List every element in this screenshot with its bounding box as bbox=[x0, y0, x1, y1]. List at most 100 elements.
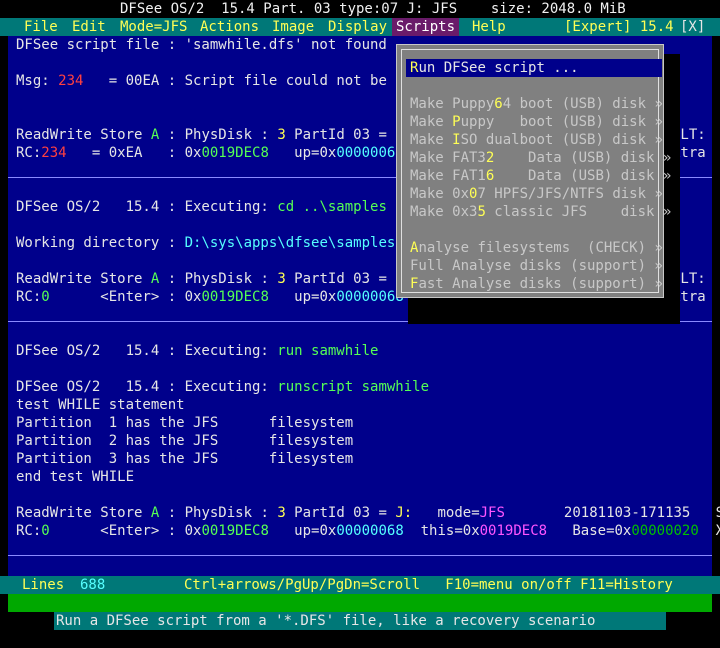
hotkey-letter: P bbox=[452, 114, 461, 130]
console-text: RC: bbox=[16, 145, 42, 161]
error-code: 234 bbox=[58, 73, 84, 89]
console-line: RC:0 <Enter> : 0x0019DEC8 up=0x00000068 … bbox=[16, 522, 720, 540]
menu-item-label: Make bbox=[410, 114, 453, 130]
console-line: ReadWrite Store A : PhysDisk : 3 PartId … bbox=[16, 126, 412, 144]
menu-item-run-script[interactable]: Run DFSee script ... bbox=[406, 59, 662, 77]
scripts-dropdown-menu: Run DFSee script ... Make Puppy64 boot (… bbox=[396, 44, 671, 298]
menu-mode[interactable]: Mode=JFS bbox=[116, 18, 191, 36]
command-input[interactable] bbox=[8, 594, 712, 612]
hex-value: 00000068 bbox=[336, 523, 404, 539]
status-bar: Lines 688 Ctrl+arrows/PgUp/PgDn=Scroll F… bbox=[0, 576, 720, 594]
menu-item-make-0x35[interactable]: Make 0x35 classic JFS disk » bbox=[410, 203, 671, 221]
expert-mode-indicator[interactable]: [Expert] 15.4 bbox=[560, 18, 678, 36]
console-text: up=0x bbox=[268, 523, 337, 539]
hotkey-letter: I bbox=[452, 132, 461, 148]
menu-item-make-puppy64[interactable]: Make Puppy64 boot (USB) disk » bbox=[410, 95, 663, 113]
command-text: run samwhile bbox=[277, 343, 379, 359]
menu-bar: File Edit Mode=JFS Actions Image Display… bbox=[0, 18, 720, 36]
console-text: RC: bbox=[16, 523, 42, 539]
console-text: ReadWrite Store bbox=[16, 127, 151, 143]
disk-number: 3 bbox=[277, 127, 286, 143]
console-line: Msg: 234 = 00EA : Script file could not … bbox=[16, 72, 412, 90]
console-line: DFSee OS/2 15.4 : Executing: runscript s… bbox=[16, 378, 429, 396]
menu-item-label: classic JFS disk » bbox=[485, 204, 672, 220]
menu-item-label: Data (USB) disk » bbox=[494, 168, 672, 184]
console-text: 20181103-171135 SLT: bbox=[563, 505, 720, 521]
console-line: RC:0 <Enter> : 0x0019DEC8 up=0x00000068 bbox=[16, 288, 404, 306]
menu-item-label: Make 0x bbox=[410, 186, 470, 202]
console-text: : PhysDisk : bbox=[159, 505, 278, 521]
menu-item-make-0x07[interactable]: Make 0x07 HPFS/JFS/NTFS disk » bbox=[410, 185, 663, 203]
console-text: Base=0x bbox=[547, 523, 632, 539]
lines-label: Lines bbox=[22, 577, 65, 593]
console-text: RC: bbox=[16, 289, 42, 305]
menu-image[interactable]: Image bbox=[268, 18, 318, 36]
menu-display[interactable]: Display bbox=[324, 18, 391, 36]
console-line: DFSee OS/2 15.4 : Executing: run samwhil… bbox=[16, 342, 378, 360]
console-text: up=0x bbox=[268, 145, 337, 161]
menu-item-make-puppy[interactable]: Make Puppy boot (USB) disk » bbox=[410, 113, 663, 131]
console-text: ReadWrite Store bbox=[16, 505, 151, 521]
hex-value: 0019DEC8 bbox=[201, 523, 269, 539]
menu-item-label: Make bbox=[410, 132, 453, 148]
menu-file[interactable]: File bbox=[20, 18, 62, 36]
command-text: runscript samwhile bbox=[277, 379, 430, 395]
return-code: 0 bbox=[41, 523, 50, 539]
menu-edit[interactable]: Edit bbox=[68, 18, 110, 36]
menu-actions[interactable]: Actions bbox=[196, 18, 263, 36]
hint-text: Run a DFSee script from a '*.DFS' file, … bbox=[56, 613, 596, 629]
console-text: Working directory : bbox=[16, 235, 185, 251]
console-text: Msg: bbox=[16, 73, 59, 89]
console-line: Working directory : D:\sys\apps\dfsee\sa… bbox=[16, 234, 404, 252]
hotkey-letter: 5 bbox=[477, 204, 486, 220]
console-text: this=0x bbox=[403, 523, 480, 539]
lines-count: 688 bbox=[80, 577, 106, 593]
disk-number: 3 bbox=[277, 505, 286, 521]
menu-help[interactable]: Help bbox=[468, 18, 510, 36]
hex-value: 0019DEC8 bbox=[201, 289, 269, 305]
hotkey-letter: 6 bbox=[494, 96, 503, 112]
console-text: : PhysDisk : bbox=[159, 127, 278, 143]
console-text: DFSee OS/2 15.4 : Executing: bbox=[16, 199, 278, 215]
menu-item-make-fat32[interactable]: Make FAT32 Data (USB) disk » bbox=[410, 149, 671, 167]
hex-value: 0019DEC8 bbox=[479, 523, 548, 539]
menu-item-label: Make FAT1 bbox=[410, 168, 486, 184]
menu-item-make-fat16[interactable]: Make FAT16 Data (USB) disk » bbox=[410, 167, 671, 185]
console-text: mode= bbox=[412, 505, 480, 521]
hex-value: 0019DEC8 bbox=[201, 145, 269, 161]
console-line: ReadWrite Store A : PhysDisk : 3 PartId … bbox=[16, 270, 412, 288]
menu-item-full-analyse[interactable]: Full Analyse disks (support) » bbox=[410, 257, 663, 275]
console-line: Partition 2 has the JFS filesystem bbox=[16, 433, 354, 449]
menu-scripts[interactable]: Scripts bbox=[392, 18, 460, 36]
console-text: : PhysDisk : bbox=[159, 271, 278, 287]
directory-path: D:\sys\apps\dfsee\samples\ bbox=[184, 235, 404, 251]
menu-item-analyse-filesystems[interactable]: Analyse filesystems (CHECK) » bbox=[410, 239, 663, 257]
menu-item-label: SO dualboot (USB) disk » bbox=[460, 132, 663, 148]
console-text: <Enter> : 0x bbox=[49, 289, 202, 305]
hex-value: 00000020 bbox=[631, 523, 699, 539]
console-text: PartId 03 = bbox=[285, 127, 396, 143]
menu-item-label: un DFSee script ... bbox=[418, 60, 579, 76]
console-text: PartId 03 = bbox=[285, 505, 396, 521]
console-line: DFSee script file : 'samwhile.dfs' not f… bbox=[16, 37, 387, 53]
hex-value: 00000068 bbox=[336, 289, 404, 305]
menu-item-fast-analyse[interactable]: Fast Analyse disks (support) » bbox=[410, 275, 663, 293]
command-text: cd ..\samples bbox=[277, 199, 387, 215]
console-text: Xtra bbox=[715, 523, 720, 539]
menu-item-make-iso-dualboot[interactable]: Make ISO dualboot (USB) disk » bbox=[410, 131, 663, 149]
filesystem-mode: JFS bbox=[479, 505, 505, 521]
disk-number: 3 bbox=[277, 271, 286, 287]
console-text: <Enter> : 0x bbox=[49, 523, 202, 539]
console-text: PartId 03 = bbox=[285, 271, 396, 287]
window-title: DFSee OS/2 15.4 Part. 03 type:07 J: JFS … bbox=[120, 1, 626, 17]
console-line: test WHILE statement bbox=[16, 397, 185, 413]
console-line: ReadWrite Store A : PhysDisk : 3 PartId … bbox=[16, 504, 720, 522]
console-line: Partition 3 has the JFS filesystem bbox=[16, 451, 354, 467]
menu-item-label: 7 HPFS/JFS/NTFS disk » bbox=[477, 186, 663, 202]
close-button[interactable]: [X] bbox=[676, 18, 709, 36]
console-text: = 00EA : Script file could not be op bbox=[83, 73, 413, 89]
console-line: end test WHILE bbox=[16, 469, 135, 485]
hint-bar: Run a DFSee script from a '*.DFS' file, … bbox=[54, 612, 666, 630]
drive-letter: J: bbox=[395, 505, 413, 521]
key-help: Ctrl+arrows/PgUp/PgDn=Scroll F10=menu on… bbox=[184, 577, 673, 593]
